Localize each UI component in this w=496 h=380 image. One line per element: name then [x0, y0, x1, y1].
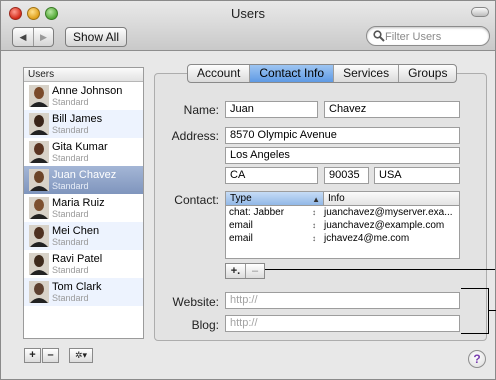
- show-all-button[interactable]: Show All: [65, 27, 127, 47]
- user-item[interactable]: Anne Johnson Standard: [24, 82, 143, 110]
- avatar-icon: [29, 197, 49, 219]
- tab-bar: Account Contact Info Services Groups: [187, 64, 458, 83]
- contact-table-rows: chat: Jabber ↕ juanchavez@myserver.exa... e…: [226, 206, 459, 245]
- avatar-icon: [29, 169, 49, 191]
- address-label: Address:: [171, 129, 219, 143]
- toolbar-pill-icon[interactable]: [471, 7, 489, 17]
- user-name: Juan Chavez: [52, 169, 117, 181]
- user-role: Standard: [52, 293, 89, 303]
- avatar-icon: [29, 225, 49, 247]
- users-window: Users ◀ ▶ Show All Users Anne JohnsonSta…: [0, 0, 496, 380]
- avatar-icon: [29, 85, 49, 107]
- column-type[interactable]: Type ▲: [226, 192, 324, 205]
- users-list-items: Anne Johnson Standard Bill James Standard Gi…: [24, 82, 143, 306]
- window-title: Users: [231, 6, 265, 21]
- callout-bracket-pointer: [488, 310, 496, 311]
- type-stepper-icon[interactable]: ↕: [312, 232, 322, 245]
- city-field[interactable]: Los Angeles: [225, 147, 460, 164]
- forward-button[interactable]: ▶: [33, 28, 53, 46]
- callout-bracket-top: [461, 288, 489, 289]
- first-name-field[interactable]: Juan: [225, 101, 318, 118]
- website-label: Website:: [172, 295, 219, 309]
- remove-contact-button[interactable]: –: [245, 264, 264, 278]
- tab-account[interactable]: Account: [188, 65, 251, 82]
- user-role: Standard: [52, 237, 89, 247]
- user-item[interactable]: Juan Chavez Standard: [24, 166, 143, 194]
- help-icon[interactable]: ?: [468, 350, 486, 368]
- contact-row[interactable]: email ↕ jchavez4@me.com: [226, 232, 459, 245]
- state-field[interactable]: CA: [225, 167, 318, 184]
- contact-table-buttons: +. –: [225, 263, 265, 279]
- contact-label: Contact:: [174, 193, 219, 207]
- country-field[interactable]: USA: [374, 167, 460, 184]
- search-input[interactable]: [385, 29, 485, 44]
- user-role: Standard: [52, 209, 89, 219]
- tab-groups[interactable]: Groups: [399, 65, 456, 82]
- last-name-field[interactable]: Chavez: [324, 101, 460, 118]
- contact-row[interactable]: email ↕ juanchavez@example.com: [226, 219, 459, 232]
- user-item[interactable]: Gita Kumar Standard: [24, 138, 143, 166]
- search-field[interactable]: [366, 26, 490, 46]
- avatar-icon: [29, 281, 49, 303]
- nav-segment: ◀ ▶: [12, 27, 54, 47]
- contact-type[interactable]: email: [226, 232, 312, 245]
- avatar-icon: [29, 141, 49, 163]
- tab-contact-info[interactable]: Contact Info: [250, 65, 335, 82]
- user-item[interactable]: Bill James Standard: [24, 110, 143, 138]
- street-field[interactable]: 8570 Olympic Avenue: [225, 127, 460, 144]
- contact-info[interactable]: jchavez4@me.com: [322, 232, 459, 245]
- callout-bracket-side: [488, 288, 489, 334]
- blog-label: Blog:: [191, 318, 219, 332]
- callout-line-buttons: [265, 269, 495, 270]
- add-contact-button[interactable]: +.: [226, 264, 245, 278]
- back-button[interactable]: ◀: [13, 28, 33, 46]
- user-name: Maria Ruiz: [52, 197, 105, 209]
- user-role: Standard: [52, 125, 89, 135]
- avatar-icon: [29, 113, 49, 135]
- contact-row[interactable]: chat: Jabber ↕ juanchavez@myserver.exa...: [226, 206, 459, 219]
- contact-table: Type ▲ Info chat: Jabber ↕ juanchavez@myse…: [225, 191, 460, 259]
- contact-info[interactable]: juanchavez@myserver.exa...: [322, 206, 459, 219]
- gear-icon[interactable]: ✲▾: [69, 348, 93, 363]
- type-stepper-icon[interactable]: ↕: [312, 206, 322, 219]
- add-user-button[interactable]: +: [24, 348, 41, 363]
- column-info[interactable]: Info: [324, 192, 459, 205]
- website-field[interactable]: http://: [225, 292, 460, 309]
- users-list-header: Users: [24, 68, 143, 82]
- user-role: Standard: [52, 153, 89, 163]
- user-name: Bill James: [52, 113, 103, 125]
- remove-user-button[interactable]: –: [42, 348, 59, 363]
- contact-type[interactable]: chat: Jabber: [226, 206, 312, 219]
- tab-services[interactable]: Services: [334, 65, 400, 82]
- user-name: Tom Clark: [52, 281, 102, 293]
- avatar-icon: [29, 253, 49, 275]
- user-item[interactable]: Tom Clark Standard: [24, 278, 143, 306]
- user-role: Standard: [52, 97, 89, 107]
- user-role: Standard: [52, 181, 89, 191]
- users-list: Users Anne Johnson Standard Bill James Stan…: [23, 67, 144, 339]
- search-icon: [373, 30, 385, 42]
- contact-info[interactable]: juanchavez@example.com: [322, 219, 459, 232]
- type-stepper-icon[interactable]: ↕: [312, 219, 322, 232]
- column-type-label: Type: [230, 193, 252, 204]
- title-bar: Users ◀ ▶ Show All: [1, 1, 495, 51]
- sort-arrow-icon: ▲: [312, 195, 320, 204]
- user-item[interactable]: Mei Chen Standard: [24, 222, 143, 250]
- user-role: Standard: [52, 265, 89, 275]
- user-item[interactable]: Maria Ruiz Standard: [24, 194, 143, 222]
- contact-table-header: Type ▲ Info: [226, 192, 459, 206]
- user-name: Mei Chen: [52, 225, 100, 237]
- zip-field[interactable]: 90035: [324, 167, 369, 184]
- contact-type[interactable]: email: [226, 219, 312, 232]
- user-name: Anne Johnson: [52, 85, 123, 97]
- name-label: Name:: [183, 103, 219, 117]
- user-item[interactable]: Ravi Patel Standard: [24, 250, 143, 278]
- blog-field[interactable]: http://: [225, 315, 460, 332]
- user-name: Gita Kumar: [52, 141, 108, 153]
- user-name: Ravi Patel: [52, 253, 103, 265]
- callout-bracket-bottom: [461, 333, 489, 334]
